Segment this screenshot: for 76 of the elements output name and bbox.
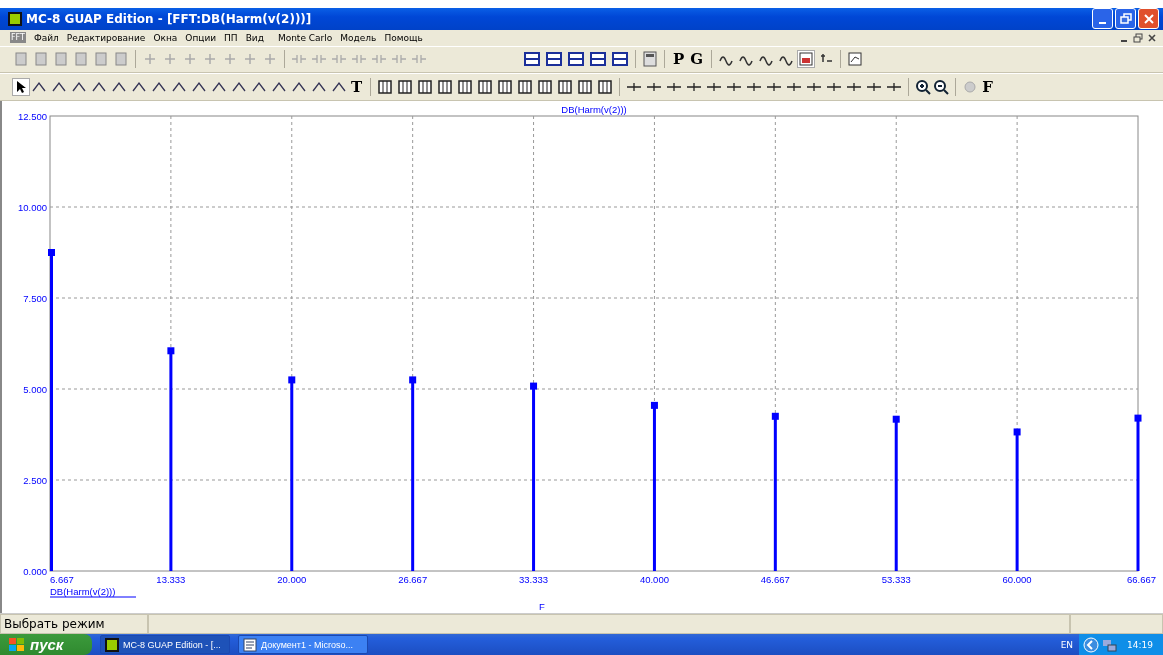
menu-item[interactable]: Файл [29,32,63,43]
menu-item[interactable]: Окна [149,32,182,43]
taskbar-button[interactable]: Документ1 - Microso... [238,635,368,654]
grid-tool-icon[interactable] [437,79,454,96]
x-tick-label: 26.667 [398,574,428,585]
zoom-in-icon[interactable] [915,79,932,96]
document-icon [243,637,257,652]
windows-flag-icon [8,636,26,653]
grid-tool-icon[interactable] [597,79,614,96]
grid-tool-icon[interactable] [377,79,394,96]
menu-item[interactable]: Monte Carlo [273,32,337,43]
format-button[interactable]: F [979,78,996,97]
y-tick-label: 7.500 [23,293,47,304]
y-tick-label: 5.000 [23,384,47,395]
window-layout-icon[interactable] [611,51,629,68]
x-tick-label: 60.000 [1002,574,1032,585]
x-tick-label: 13.333 [156,574,186,585]
grid-tool-icon[interactable] [417,79,434,96]
menu-item[interactable]: Модель [336,32,381,43]
grid-tool-icon[interactable] [517,79,534,96]
x-tick-label: 66.667 [1126,574,1156,585]
graph-window-icon[interactable] [847,51,864,68]
minimize-icon [1099,21,1106,24]
chevron-icon[interactable] [1083,636,1100,653]
restore-icon [1119,12,1132,25]
menu-item[interactable]: Опции [181,32,221,43]
x-tick-label: 33.333 [519,574,549,585]
letter-button[interactable]: P [670,50,688,69]
clock: 14:19 [1127,639,1153,650]
start-button[interactable]: пуск [0,634,92,655]
window-layout-icon[interactable] [523,51,541,68]
grid-tool-icon[interactable] [457,79,474,96]
menu-item[interactable]: Вид [241,32,268,43]
restore-button[interactable] [1115,8,1136,30]
grid-tool-icon[interactable] [397,79,414,96]
pointer-icon[interactable] [13,79,29,96]
grid-tool-icon[interactable] [557,79,574,96]
legend-label: DB(Harm(v(2))) [50,586,116,597]
y-tick-label: 0.000 [23,566,47,577]
window-title: MC-8 GUAP Edition - [FFT:DB(Harm(v(2)))] [26,11,313,26]
text-tool-button[interactable]: T [348,78,366,97]
grid-tool-icon[interactable] [537,79,554,96]
menu-item[interactable]: Помощь [380,32,427,43]
zoom-out-icon[interactable] [933,79,950,96]
status-text: Выбрать режим [0,614,148,634]
letter-button[interactable]: G [687,50,707,69]
x-tick-label: 6.667 [50,574,74,585]
app-icon [8,11,22,26]
close-icon [1142,12,1155,25]
y-tick-label: 10.000 [17,202,47,213]
calculator-icon[interactable] [642,51,658,68]
app-icon [105,637,119,652]
menu-item[interactable]: ПП [220,32,242,43]
plot-view-icon[interactable] [798,51,815,68]
minimize-button[interactable] [1092,8,1113,30]
x-tick-label: 40.000 [639,574,669,585]
grid-tool-icon[interactable] [477,79,494,96]
menu-item[interactable]: Редактирование [62,32,150,43]
x-tick-label: 46.667 [760,574,790,585]
y-tick-label: 2.500 [23,475,47,486]
window-layout-icon[interactable] [589,51,607,68]
document-icon: FFT [10,32,26,44]
x-tick-label: 53.333 [881,574,911,585]
chart-title: DB(Harm(v(2))) [561,104,627,115]
close-button[interactable] [1138,8,1159,30]
window-layout-icon[interactable] [567,51,585,68]
x-axis-label: F [539,601,545,612]
grid-tool-icon[interactable] [577,79,594,96]
taskbar-button[interactable]: MC-8 GUAP Edition - [... [100,635,230,654]
x-tick-label: 20.000 [277,574,307,585]
restore-icon[interactable] [1133,32,1143,43]
window-layout-icon[interactable] [545,51,563,68]
language-indicator[interactable]: EN [1060,639,1074,650]
close-icon[interactable] [1147,32,1157,43]
grid-tool-icon[interactable] [497,79,514,96]
y-tick-label: 12.500 [17,111,47,122]
